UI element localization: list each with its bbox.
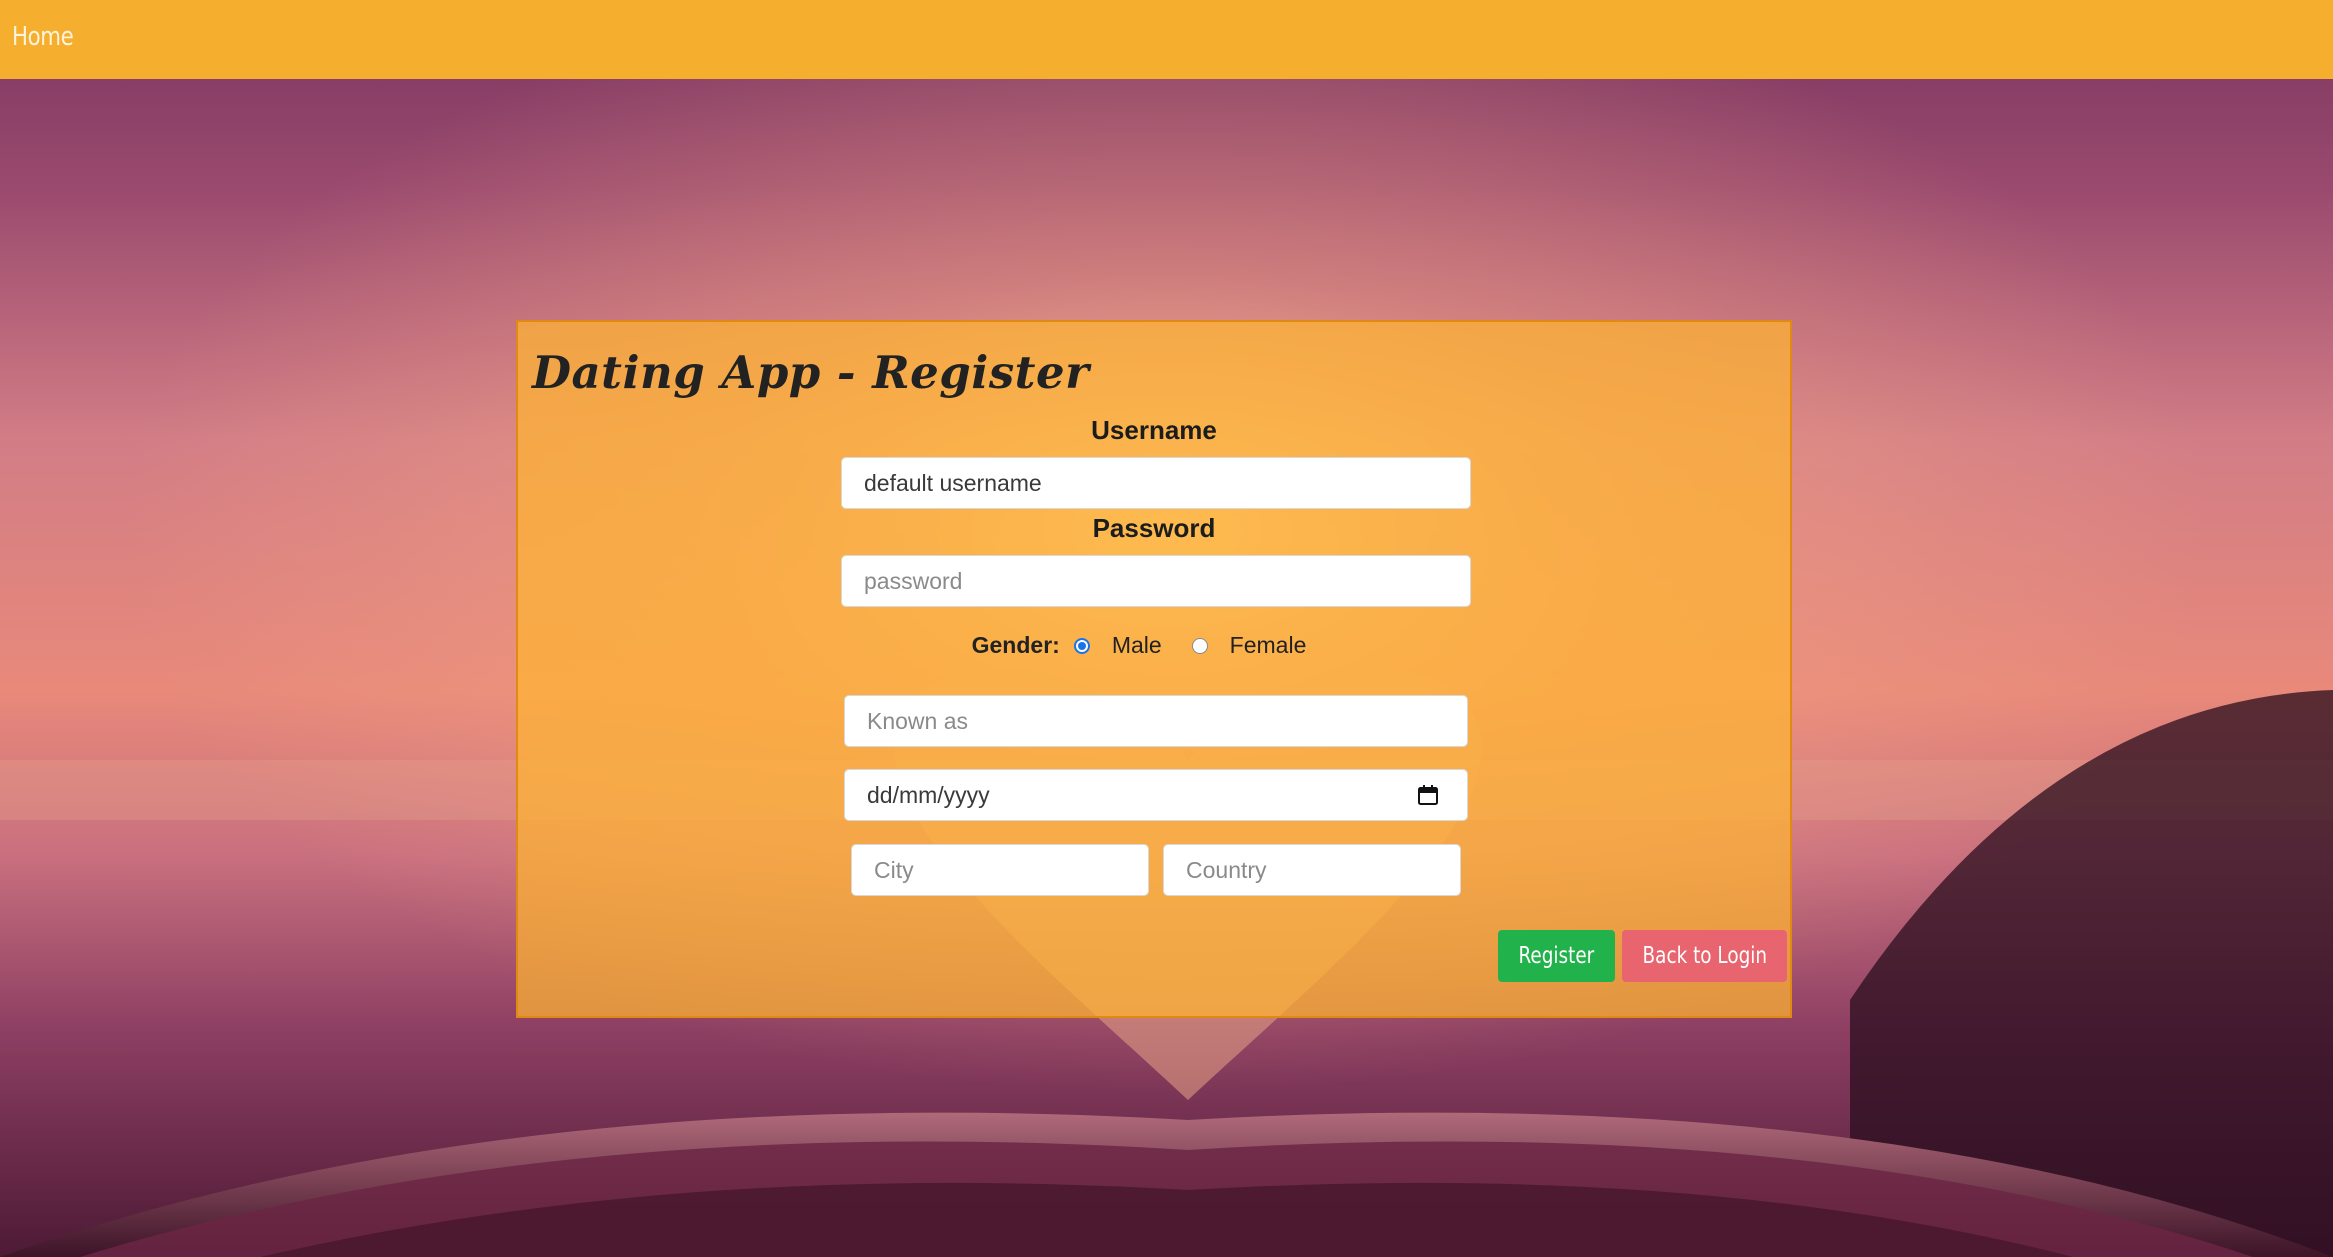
gender-female-label[interactable]: Female (1230, 632, 1307, 659)
register-card: Dating App - Register Username default u… (516, 320, 1792, 1018)
dob-placeholder: dd/mm/yyyy (867, 781, 990, 808)
date-of-birth-input[interactable]: dd/mm/yyyy (844, 769, 1468, 821)
nav-home-link[interactable]: Home (12, 22, 74, 52)
gender-label: Gender: (971, 632, 1060, 658)
country-input[interactable]: Country (1163, 844, 1461, 896)
username-value: default username (864, 469, 1042, 496)
page: Home Dating App - Register Username defa… (0, 0, 2333, 1257)
calendar-icon[interactable] (1417, 784, 1439, 806)
register-button-label: Register (1518, 943, 1595, 969)
city-placeholder: City (874, 856, 914, 883)
back-to-login-button[interactable]: Back to Login (1622, 930, 1787, 982)
top-navbar: Home (0, 0, 2333, 79)
register-button[interactable]: Register (1498, 930, 1615, 982)
gender-group: Gender: Male Female (518, 632, 1790, 659)
country-placeholder: Country (1186, 856, 1267, 883)
gender-male-radio[interactable] (1073, 637, 1090, 654)
city-input[interactable]: City (851, 844, 1149, 896)
known-as-placeholder: Known as (867, 707, 969, 734)
password-label: Password (1092, 513, 1216, 543)
back-to-login-label: Back to Login (1642, 943, 1767, 969)
gender-male-label[interactable]: Male (1112, 632, 1162, 659)
username-input[interactable]: default username (841, 457, 1471, 509)
page-title: Dating App - Register (532, 346, 1090, 399)
username-label: Username (1091, 415, 1217, 445)
known-as-input[interactable]: Known as (844, 695, 1468, 747)
password-placeholder: password (864, 567, 963, 594)
gender-female-radio[interactable] (1191, 637, 1208, 654)
password-input[interactable]: password (841, 555, 1471, 607)
